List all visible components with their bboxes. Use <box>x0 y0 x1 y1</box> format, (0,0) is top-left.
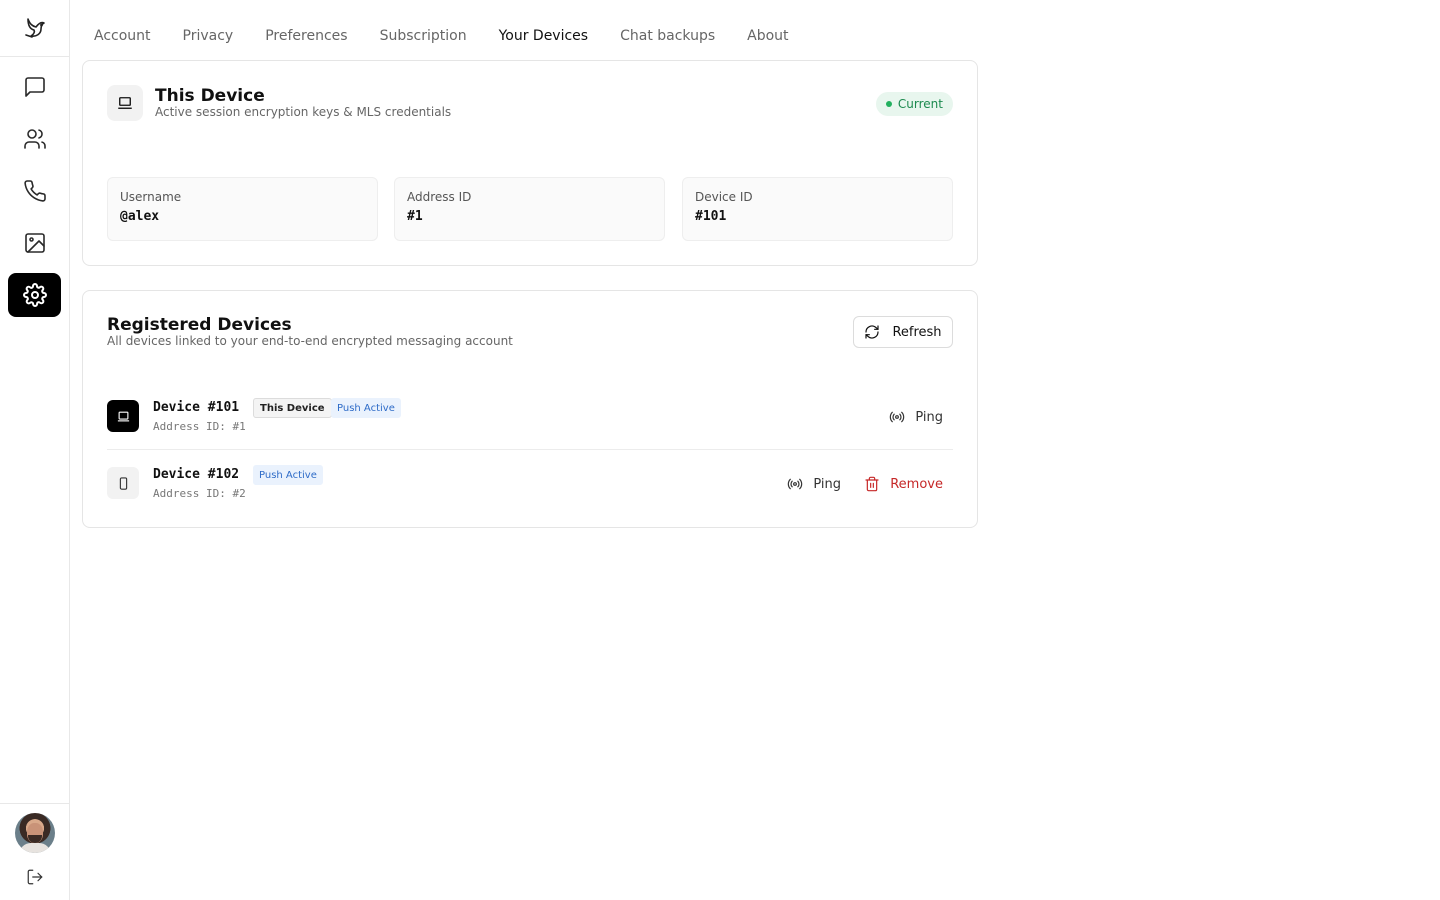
refresh-button[interactable]: Refresh <box>853 316 953 348</box>
users-icon <box>23 129 46 149</box>
tab-chat-backups[interactable]: Chat backups <box>620 28 715 44</box>
gear-icon <box>22 283 47 307</box>
sidebar <box>0 0 70 900</box>
radio-signal-icon <box>890 411 905 423</box>
radio-signal-icon <box>788 478 803 490</box>
refresh-icon <box>865 325 880 339</box>
sidebar-item-media[interactable] <box>8 221 61 265</box>
laptop-icon-box <box>107 85 143 121</box>
tab-preferences[interactable]: Preferences <box>265 28 347 44</box>
refresh-label: Refresh <box>892 324 942 340</box>
trash-icon <box>865 476 879 492</box>
image-icon <box>24 233 45 253</box>
username-value: @alex <box>120 209 160 224</box>
sidebar-item-calls[interactable] <box>8 169 61 213</box>
device-row: Device #101 This Device Push Active Addr… <box>107 384 953 450</box>
device-id-value: #101 <box>695 209 727 224</box>
this-device-tag: This Device <box>253 398 332 418</box>
device-name: Device #101 <box>153 400 240 415</box>
device-id-field: Device ID #101 <box>682 177 953 241</box>
address-id-field: Address ID #1 <box>394 177 665 241</box>
this-device-subtitle: Active session encryption keys & MLS cre… <box>155 105 452 119</box>
device-name: Device #102 <box>153 467 240 482</box>
registered-devices-card: Registered Devices All devices linked to… <box>82 290 978 528</box>
laptop-icon <box>118 97 132 109</box>
tab-privacy[interactable]: Privacy <box>183 28 234 44</box>
push-active-tag: Push Active <box>331 398 401 418</box>
app-logo <box>0 0 69 57</box>
registered-devices-title: Registered Devices <box>107 315 292 335</box>
tab-subscription[interactable]: Subscription <box>380 28 467 44</box>
address-id-value: #1 <box>407 209 423 224</box>
remove-button[interactable]: Remove <box>864 473 943 495</box>
sidebar-item-contacts[interactable] <box>8 117 61 161</box>
tab-about[interactable]: About <box>747 28 788 44</box>
smartphone-icon <box>119 476 127 490</box>
ping-label: Ping <box>813 476 841 492</box>
username-field: Username @alex <box>107 177 378 241</box>
device-icon-box <box>107 467 139 499</box>
tab-your-devices[interactable]: Your Devices <box>499 28 589 44</box>
ping-button[interactable]: Ping <box>787 473 841 495</box>
ping-button[interactable]: Ping <box>889 406 943 428</box>
device-row: Device #102 Push Active Address ID: #2 P… <box>107 451 953 517</box>
laptop-icon <box>117 411 129 421</box>
this-device-card: This Device Active session encryption ke… <box>82 60 978 266</box>
registered-devices-subtitle: All devices linked to your end-to-end en… <box>107 334 513 348</box>
address-id-label: Address ID <box>407 190 472 204</box>
bird-logo-icon <box>24 18 45 38</box>
device-icon-box <box>107 400 139 432</box>
phone-icon <box>23 180 46 202</box>
username-label: Username <box>120 190 182 204</box>
message-square-icon <box>24 77 45 97</box>
avatar[interactable] <box>15 813 55 853</box>
sidebar-item-chats[interactable] <box>8 65 61 109</box>
tab-account[interactable]: Account <box>94 28 151 44</box>
logout-icon <box>27 869 43 885</box>
device-id-label: Device ID <box>695 190 753 204</box>
device-address: Address ID: #1 <box>153 420 246 433</box>
this-device-title: This Device <box>155 86 265 106</box>
sidebar-footer <box>0 803 69 900</box>
remove-label: Remove <box>890 476 943 492</box>
status-dot-icon <box>885 101 892 107</box>
sidebar-item-settings[interactable] <box>8 273 61 317</box>
current-badge-label: Current <box>897 97 943 111</box>
ping-label: Ping <box>915 409 943 425</box>
logout-button[interactable] <box>24 866 46 888</box>
push-active-tag: Push Active <box>253 465 323 485</box>
device-address: Address ID: #2 <box>153 487 246 500</box>
current-badge: Current <box>875 92 953 116</box>
settings-tabs: Account Privacy Preferences Subscription… <box>94 28 821 44</box>
